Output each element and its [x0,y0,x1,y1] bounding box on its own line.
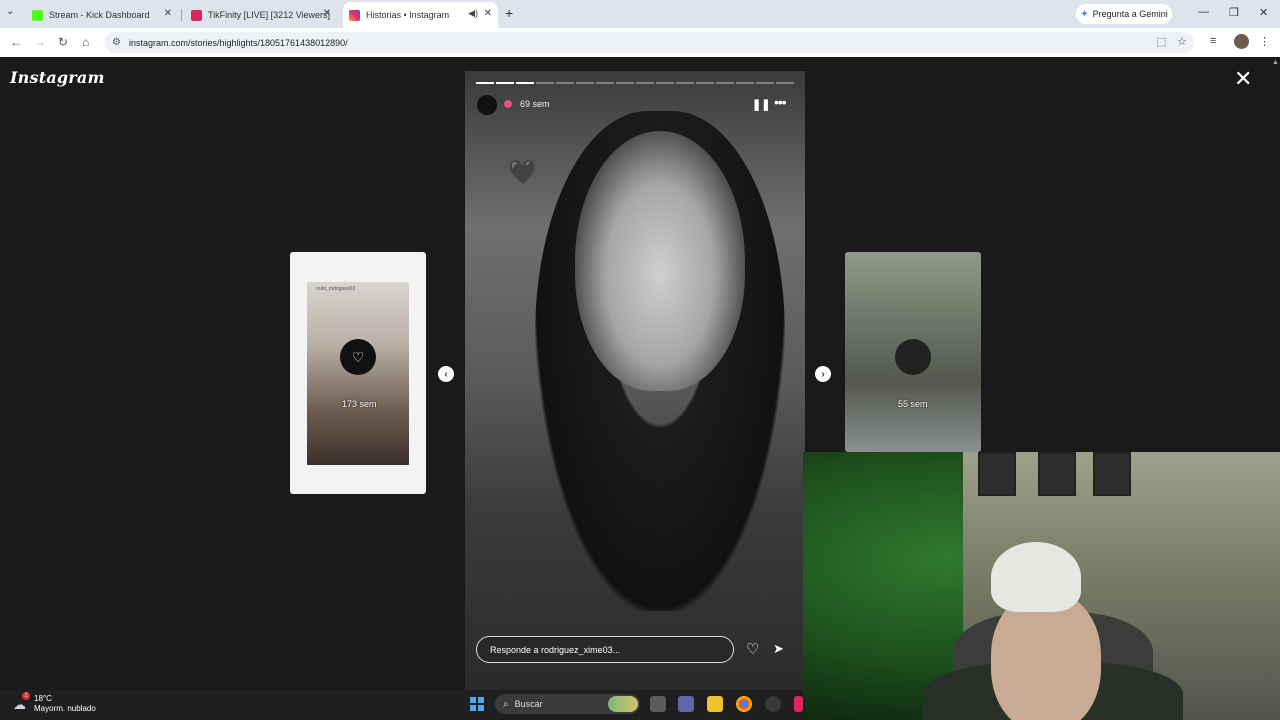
browser-tab-bar: ⌄ Stream - Kick Dashboard ✕ TikFinity [L… [0,0,1280,28]
scroll-up-icon[interactable]: ▲ [1272,59,1279,66]
story-author-avatar[interactable] [476,94,498,116]
progress-segment [756,82,774,84]
progress-segment [676,82,694,84]
tab-title: Historias • Instagram [366,10,450,20]
install-app-icon[interactable]: ⬚ [1156,35,1166,48]
story-photo-face [575,131,745,391]
app-icon[interactable] [794,696,803,712]
progress-segment [696,82,714,84]
tab-tikfinity[interactable]: TikFinity [LIVE] [3212 Viewers] ✕ [185,4,337,26]
search-icon: ⌕ [503,698,509,710]
minimize-icon[interactable]: — [1198,6,1209,18]
search-placeholder: Buscar [514,699,543,709]
page-scrollbar[interactable]: ▲ [1270,57,1280,452]
address-bar-row: ← → ↻ ⌂ ⚙ instagram.com/stories/highligh… [0,28,1280,58]
url-text: instagram.com/stories/highlights/1805176… [128,37,348,48]
instagram-favicon-icon [349,9,360,21]
pause-icon[interactable]: ❚❚ [752,98,770,111]
back-icon[interactable]: ← [10,35,22,49]
wall-poster [978,452,1016,496]
task-view-icon[interactable] [650,696,666,712]
weather-temperature[interactable]: 18°C [34,694,52,703]
progress-segment [576,82,594,84]
gemini-label: Pregunta a Gemini [1092,9,1168,19]
send-icon[interactable]: ➤ [773,641,784,657]
kick-favicon-icon [32,9,43,21]
instagram-logo[interactable]: Instagram [10,68,105,87]
progress-segment [716,82,734,84]
media-controls-icon[interactable]: ≡ [1210,35,1216,47]
weather-notification-badge: 1 [22,692,30,700]
next-story-avatar[interactable] [895,339,931,375]
progress-segment [616,82,634,84]
tikfinity-favicon-icon [191,9,202,21]
app-icon[interactable] [765,696,781,712]
previous-story-avatar[interactable]: ♡ [340,339,376,375]
previous-story-arrow-icon[interactable]: ‹ [438,366,454,382]
speaker-icon[interactable]: ◀) [468,8,478,19]
like-heart-icon[interactable]: ♡ [746,640,759,658]
streamer-cap [991,542,1081,612]
next-story-time: 55 sem [898,399,928,409]
reload-icon[interactable]: ↻ [58,35,68,49]
teams-icon[interactable] [678,696,694,712]
tab-instagram-stories[interactable]: Historias • Instagram ◀) ✕ [343,2,498,28]
new-tab-button[interactable]: + [505,5,513,21]
tab-title: Stream - Kick Dashboard [49,10,150,20]
windows-start-icon[interactable] [470,697,484,711]
reply-input[interactable]: Responde a rodriguez_xime03... [476,636,734,663]
story-progress-bar [476,82,794,84]
wall-poster [1038,452,1076,496]
taskbar-search[interactable]: ⌕ Buscar [495,694,640,714]
previous-story-time: 173 sem [342,399,377,409]
maximize-icon[interactable]: ❐ [1229,6,1239,19]
search-highlight-thumbnail [608,696,638,712]
progress-segment [496,82,514,84]
progress-segment [736,82,754,84]
close-tab-icon[interactable]: ✕ [164,8,172,19]
heart-outline-icon: ♡ [351,348,365,365]
home-icon[interactable]: ⌂ [82,35,89,49]
more-options-icon[interactable]: ••• [774,94,787,110]
progress-segment [636,82,654,84]
file-explorer-icon[interactable] [707,696,723,712]
previous-story-username: rodri_rodriguez03 [316,286,356,292]
close-tab-icon[interactable]: ✕ [323,8,331,19]
tab-list-chevron-icon[interactable]: ⌄ [6,6,14,17]
progress-segment [536,82,554,84]
url-field[interactable]: ⚙ instagram.com/stories/highlights/18051… [104,32,1194,53]
chrome-icon[interactable] [736,696,752,712]
gemini-button[interactable]: ✦ Pregunta a Gemini [1076,4,1172,24]
window-close-icon[interactable]: ✕ [1259,6,1268,19]
tab-title: TikFinity [LIVE] [3212 Viewers] [208,10,331,20]
tab-kick-dashboard[interactable]: Stream - Kick Dashboard ✕ [26,4,178,26]
profile-avatar[interactable] [1234,34,1249,49]
close-stories-icon[interactable]: ✕ [1234,68,1252,90]
progress-segment [776,82,794,84]
story-highlight-dot [504,100,512,108]
gemini-spark-icon: ✦ [1080,8,1089,20]
next-story-arrow-icon[interactable]: › [815,366,831,382]
black-heart-sticker-icon: 🖤 [508,159,538,186]
progress-segment [476,82,494,84]
close-tab-icon[interactable]: ✕ [484,8,492,19]
tab-divider [181,9,182,21]
progress-segment [656,82,674,84]
wall-poster [1093,452,1131,496]
weather-description[interactable]: Mayorm. nublado [34,704,96,713]
progress-segment [516,82,534,84]
progress-segment [556,82,574,84]
browser-menu-icon[interactable]: ⋮ [1259,35,1270,48]
forward-icon[interactable]: → [34,35,46,49]
webcam-overlay [803,452,1280,720]
reply-placeholder: Responde a rodriguez_xime03... [490,644,621,655]
story-time: 69 sem [520,99,550,109]
site-info-icon[interactable]: ⚙ [112,37,121,48]
bookmark-star-icon[interactable]: ☆ [1177,35,1187,48]
progress-segment [596,82,614,84]
